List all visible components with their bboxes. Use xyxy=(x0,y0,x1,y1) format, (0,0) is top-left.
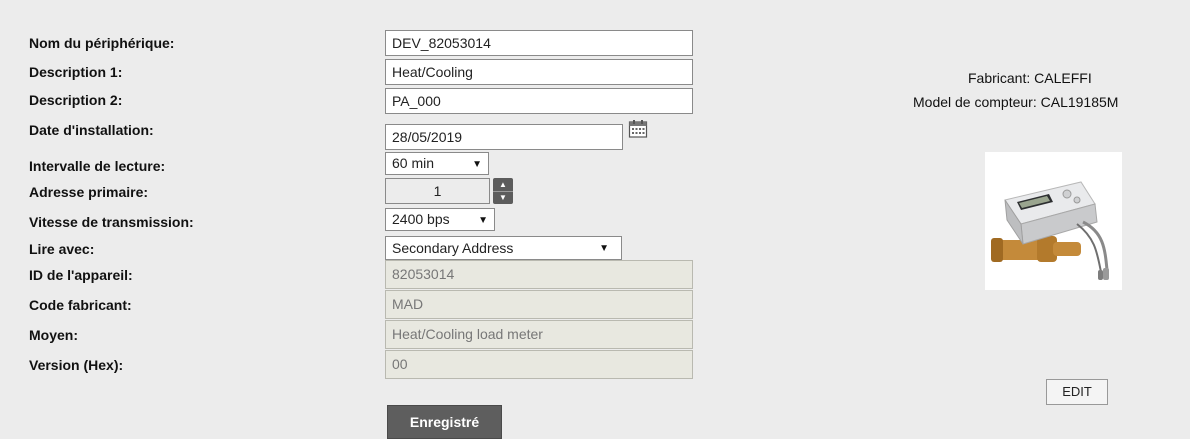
description1-label: Description 1: xyxy=(29,64,123,80)
baud-rate-value: 2400 bps xyxy=(392,211,450,227)
medium-label: Moyen: xyxy=(29,327,78,343)
description1-input[interactable]: Heat/Cooling xyxy=(385,59,693,85)
chevron-down-icon: ▼ xyxy=(472,159,482,170)
spinner-icon[interactable]: ▲ ▼ xyxy=(493,178,513,204)
device-name-label: Nom du périphérique: xyxy=(29,35,175,51)
read-interval-label: Intervalle de lecture: xyxy=(29,158,166,174)
install-date-input[interactable]: 28/05/2019 xyxy=(385,124,623,150)
device-settings-panel: Nom du périphérique: Description 1: Desc… xyxy=(0,0,1190,439)
edit-button[interactable]: EDIT xyxy=(1046,379,1108,405)
primary-address-label: Adresse primaire: xyxy=(29,184,149,200)
read-with-value: Secondary Address xyxy=(392,240,514,256)
baud-rate-label: Vitesse de transmission: xyxy=(29,214,194,230)
install-date-label: Date d'installation: xyxy=(29,122,154,138)
chevron-down-icon: ▼ xyxy=(478,215,488,226)
description2-input[interactable]: PA_000 xyxy=(385,88,693,114)
manufacturer-text: Fabricant: CALEFFI xyxy=(968,70,1092,86)
baud-rate-select[interactable]: 2400 bps ▼ xyxy=(385,208,495,231)
save-button[interactable]: Enregistré xyxy=(387,405,502,439)
calendar-icon[interactable] xyxy=(628,119,648,139)
device-id-field: 82053014 xyxy=(385,260,693,289)
primary-address-input[interactable]: 1 xyxy=(385,178,490,204)
description2-label: Description 2: xyxy=(29,92,123,108)
manufacturer-code-field: MAD xyxy=(385,290,693,319)
heat-meter-icon xyxy=(991,181,1109,280)
chevron-down-icon: ▼ xyxy=(599,243,609,254)
read-interval-value: 60 min xyxy=(392,155,435,171)
manufacturer-code-label: Code fabricant: xyxy=(29,297,132,313)
medium-field: Heat/Cooling load meter xyxy=(385,320,693,349)
version-hex-field: 00 xyxy=(385,350,693,379)
read-with-select[interactable]: Secondary Address ▼ xyxy=(385,236,622,260)
read-interval-select[interactable]: 60 min ▼ xyxy=(385,152,489,175)
spinner-down-icon[interactable]: ▼ xyxy=(493,191,513,204)
spinner-up-icon[interactable]: ▲ xyxy=(493,178,513,192)
meter-model-text: Model de compteur: CAL19185M xyxy=(913,94,1119,110)
meter-image xyxy=(985,152,1122,290)
device-name-input[interactable]: DEV_82053014 xyxy=(385,30,693,56)
read-with-label: Lire avec: xyxy=(29,241,95,257)
device-id-label: ID de l'appareil: xyxy=(29,267,133,283)
version-hex-label: Version (Hex): xyxy=(29,357,124,373)
